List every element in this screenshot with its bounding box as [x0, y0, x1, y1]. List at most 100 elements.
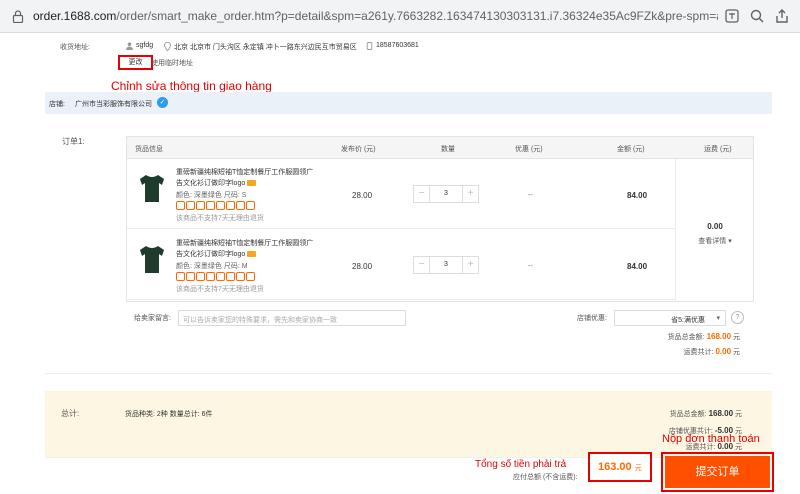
shop-bar: 店铺: 广州市当彩服饰有限公司 ✓ [45, 92, 772, 114]
tshirt-image[interactable] [137, 171, 167, 205]
shop-coupon-select[interactable]: 省5:满优惠 ▾ [614, 310, 726, 326]
quantity-stepper: − 3 + [413, 185, 479, 203]
service-badge-icon [206, 201, 215, 210]
item-discount: -- [528, 263, 533, 270]
header-amount: 金额 (元) [617, 146, 645, 153]
order-item-row: 重磅新疆纯棉短袖T恤定制餐厅工作服圆领广告文化衫订做印字logo 颜色: 深墨绿… [127, 230, 675, 300]
summary-goods-value: 168.00 [708, 409, 734, 418]
product-title: 重磅新疆纯棉短袖T恤定制餐厅工作服圆领广告文化衫订做印字logo [176, 240, 314, 258]
service-badge-icon [196, 201, 205, 210]
help-icon[interactable]: ? [731, 311, 744, 324]
decrease-button[interactable]: − [414, 257, 430, 273]
header-qty: 数量 [441, 146, 455, 153]
shop-coupon-label: 店铺优惠: [577, 315, 607, 322]
summary-goods-line: 货品总金额: 168.00 元 [670, 409, 742, 419]
shipping-detail-link[interactable]: 查看详情 ▾ [676, 236, 754, 246]
service-badge-icon [176, 272, 185, 281]
tshirt-image[interactable] [137, 242, 167, 276]
shop-label: 店铺: [49, 101, 65, 108]
submit-order-button[interactable]: 提交订单 [665, 456, 770, 488]
tag-icon [247, 251, 257, 258]
phone-icon [366, 42, 373, 52]
service-badge-icon [186, 272, 195, 281]
quantity-stepper: − 3 + [413, 256, 479, 274]
order-extras: 给卖家留言: 可以告诉卖家您的特殊要求，需先和卖家协商一致 店铺优惠: 省5:满… [126, 302, 754, 360]
translate-icon[interactable] [724, 8, 740, 24]
summary-shipping-label: 运费共计: [685, 444, 716, 451]
no-return-notice: 该商品不支持7天无理由退货 [176, 286, 264, 293]
use-temp-address-link[interactable]: 使用临时地址 [151, 58, 193, 68]
decrease-button[interactable]: − [414, 186, 430, 202]
recipient-name: sgfdg [136, 42, 154, 49]
order-label: 订单1: [62, 137, 85, 146]
increase-button[interactable]: + [462, 186, 478, 202]
shop-name-link[interactable]: 广州市当彩服饰有限公司 [75, 99, 152, 109]
service-badge-icon [226, 272, 235, 281]
product-spec: 颜色: 深墨绿色 尺码: S [176, 192, 247, 199]
product-title: 重磅新疆纯棉短袖T恤定制餐厅工作服圆领广告文化衫订做印字logo [176, 169, 314, 187]
service-badge-icon [176, 201, 185, 210]
shipping-fee: 0.00 [707, 222, 723, 231]
tag-icon [247, 180, 257, 187]
recipient-address: 北京 北京市 门头沟区 永定镇 冲卜一路东兴边民互市贸易区 [174, 44, 357, 51]
share-icon[interactable] [774, 8, 790, 24]
order-table: 货品信息 发布价 (元) 数量 优惠 (元) 金额 (元) 运费 (元) 重磅新… [126, 136, 754, 302]
header-product: 货品信息 [135, 146, 163, 153]
item-amount: 84.00 [627, 191, 648, 200]
url-path: /order/smart_make_order.htm?p=detail&spm… [116, 9, 718, 23]
header-discount: 优惠 (元) [515, 146, 543, 153]
site-info-icon[interactable] [12, 10, 24, 23]
payable-total-value: 163.00 [598, 461, 632, 473]
address-bar[interactable]: order.1688.com/order/smart_make_order.ht… [33, 9, 718, 23]
service-badge-icon [246, 201, 255, 210]
service-badge-icon [216, 201, 225, 210]
goods-total-label: 货品总金额: [667, 334, 705, 341]
zoom-icon[interactable] [749, 8, 765, 24]
product-title-link[interactable]: 重磅新疆纯棉短袖T恤定制餐厅工作服圆领广告文化衫订做印字logo [176, 167, 316, 189]
service-badges [176, 272, 256, 281]
submit-annotation: Nộp đơn thanh toán [662, 433, 760, 445]
unit-label: 元 [735, 444, 742, 451]
service-badge-icon [226, 201, 235, 210]
summary-label: 总计: [61, 409, 80, 418]
payable-total: 163.00 元 [588, 452, 652, 482]
increase-button[interactable]: + [462, 257, 478, 273]
service-badge-icon [186, 201, 195, 210]
service-badge-icon [236, 272, 245, 281]
summary-goods-label: 货品总金额: [669, 411, 707, 418]
quantity-input[interactable]: 3 [430, 186, 462, 202]
shipping-total-label: 运费共计: [683, 349, 714, 356]
seller-message-input[interactable]: 可以告诉卖家您的特殊要求，需先和卖家协商一致 [178, 310, 406, 326]
item-discount: -- [528, 192, 533, 199]
total-annotation: Tổng số tiền phải trả [475, 459, 567, 470]
service-badges [176, 201, 256, 210]
submit-highlight: 提交订单 [661, 452, 774, 492]
goods-total-line: 货品总金额: 168.00 元 [668, 332, 740, 342]
unit-label: 元 [735, 411, 742, 418]
header-shipping: 运费 (元) [704, 146, 732, 153]
change-address-button[interactable]: 更改 [118, 55, 153, 70]
item-amount: 84.00 [627, 262, 648, 271]
goods-total-value: 168.00 [706, 332, 732, 341]
unit-label: 元 [634, 465, 642, 472]
service-badge-icon [206, 272, 215, 281]
order-item-row: 重磅新疆纯棉短袖T恤定制餐厅工作服圆领广告文化衫订做印字logo 颜色: 深墨绿… [127, 159, 675, 229]
service-badge-icon [246, 272, 255, 281]
shipping-total-line: 运费共计: 0.00 元 [684, 347, 740, 357]
url-domain: order.1688.com [33, 9, 117, 23]
quantity-input[interactable]: 3 [430, 257, 462, 273]
service-badge-icon [216, 272, 225, 281]
chevron-down-icon: ▾ [716, 315, 720, 322]
unit-label: 元 [733, 334, 740, 341]
product-title-link[interactable]: 重磅新疆纯棉短袖T恤定制餐厅工作服圆领广告文化衫订做印字logo [176, 238, 316, 260]
unit-price: 28.00 [352, 262, 373, 271]
no-return-notice: 该商品不支持7天无理由退货 [176, 215, 264, 222]
recipient-phone: 18587603681 [376, 42, 419, 49]
unit-label: 元 [733, 349, 740, 356]
shipping-column: 0.00 查看详情 ▾ [675, 159, 753, 301]
header-price: 发布价 (元) [341, 146, 376, 153]
service-badge-icon [236, 201, 245, 210]
location-icon [164, 41, 171, 53]
shop-coupon-value: 省5:满优惠 [671, 317, 705, 324]
person-icon [126, 42, 133, 52]
